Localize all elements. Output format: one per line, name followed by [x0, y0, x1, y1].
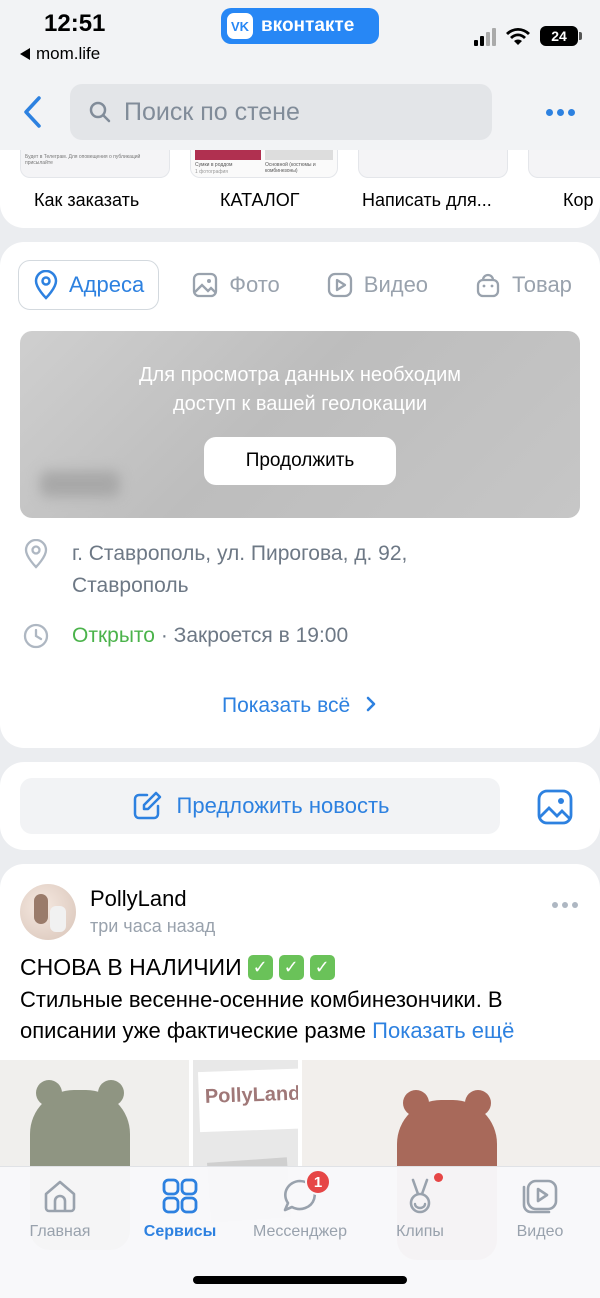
tab-products-label: Товар: [512, 272, 572, 297]
tab-services-label: Сервисы: [143, 1223, 217, 1240]
video-play-icon: [519, 1175, 561, 1217]
post-title: СНОВА В НАЛИЧИИ ✓ ✓ ✓: [20, 954, 335, 981]
wifi-icon: [506, 28, 530, 45]
check-mark-icon: ✓: [247, 955, 273, 980]
search-icon: [89, 101, 111, 123]
video-icon: [327, 272, 352, 298]
geolocation-message: Для просмотра данных необходим доступ к …: [138, 364, 462, 415]
vk-app-badge: VK вконтакте: [221, 8, 379, 44]
content-tabs: Адреса Фото Видео Товар: [18, 260, 586, 310]
tab-clips-label: Клипы: [396, 1223, 444, 1240]
address-text: г. Ставрополь, ул. Пирогова, д. 92, Став…: [72, 542, 408, 597]
open-status: Открыто: [72, 624, 155, 647]
menu-thumb-catalog[interactable]: Сумки в роддом 1 фотография Основной (ко…: [190, 150, 338, 178]
suggest-news-label: Предложить новость: [176, 793, 390, 818]
check-mark-icon: ✓: [278, 955, 304, 980]
attach-image-icon[interactable]: [536, 788, 574, 826]
blurred-map-label: [40, 471, 120, 497]
more-dot: [556, 108, 564, 116]
tab-messenger[interactable]: 1 Мессенджер: [240, 1169, 360, 1241]
system-icons: 24: [474, 26, 582, 46]
status-time: 12:51: [44, 10, 106, 37]
tab-services[interactable]: Сервисы: [120, 1175, 240, 1241]
vk-logo-icon: VK: [227, 13, 253, 39]
show-all-button[interactable]: Показать всё: [0, 694, 600, 718]
hours-text: Открыто · Закроется в 19:00: [72, 620, 348, 652]
tab-photos-label: Фото: [229, 272, 280, 297]
unread-badge: 1: [305, 1169, 331, 1195]
edit-icon: [133, 791, 161, 820]
status-bar: 12:51 mom.life VK вконтакте 24: [0, 0, 600, 72]
more-dot: [567, 108, 575, 116]
avatar[interactable]: [20, 884, 76, 940]
menu-thumb-cart[interactable]: [528, 150, 600, 178]
tab-photos[interactable]: Фото: [177, 260, 294, 310]
vk-badge-label: вконтакте: [261, 15, 355, 36]
brand-card: PollyLand: [197, 1067, 298, 1133]
messenger-icon: 1: [279, 1169, 331, 1217]
check-mark-icon: ✓: [309, 955, 335, 980]
tab-home-label: Главная: [29, 1223, 91, 1240]
back-app-label: mom.life: [36, 44, 101, 63]
tab-video[interactable]: Видео: [480, 1175, 600, 1241]
clips-icon: [399, 1173, 443, 1217]
post-author[interactable]: PollyLand: [90, 886, 187, 912]
back-button[interactable]: [14, 92, 50, 132]
tab-addresses-label: Адреса: [69, 272, 145, 297]
menu-item-cart[interactable]: Кор: [563, 190, 594, 211]
chevron-left-icon: [24, 96, 41, 128]
chevron-right-icon: [366, 696, 376, 712]
photo-icon: [193, 272, 218, 298]
battery-icon: 24: [540, 26, 582, 46]
address-row[interactable]: г. Ставрополь, ул. Пирогова, д. 92, Став…: [22, 538, 407, 602]
menu-thumb-how-to-order[interactable]: Будет в Телеграм. Для оповещения о публи…: [20, 150, 170, 178]
back-arrow-icon: [20, 48, 30, 60]
catalog-photo: [195, 150, 261, 160]
suggest-news-card: Предложить новость: [0, 762, 600, 850]
search-placeholder: Поиск по стене: [124, 97, 300, 126]
tab-videos-label: Видео: [363, 272, 429, 297]
tab-video-label: Видео: [516, 1223, 564, 1240]
menu-item-how-to-order[interactable]: Как заказать: [34, 190, 139, 211]
hours-row[interactable]: Открыто · Закроется в 19:00: [22, 620, 348, 652]
menu-item-catalog[interactable]: КАТАЛОГ: [220, 190, 299, 211]
tab-clips[interactable]: Клипы: [360, 1173, 480, 1241]
menu-thumb-write[interactable]: [358, 150, 508, 178]
clock-icon: [22, 620, 50, 652]
wall-header: Поиск по стене: [0, 72, 600, 150]
post-text: Стильные весенне-осенние комбинезончики.…: [20, 987, 515, 1043]
location-pin-icon: [34, 270, 58, 300]
community-menu-strip: Будет в Телеграм. Для оповещения о публи…: [0, 150, 600, 228]
tab-products[interactable]: Товар: [460, 260, 586, 310]
shopping-bag-icon: [476, 273, 500, 298]
addresses-card: Адреса Фото Видео Товар Для просмотра да…: [0, 242, 600, 748]
tab-home[interactable]: Главная: [0, 1175, 120, 1241]
suggest-news-button[interactable]: Предложить новость: [20, 778, 500, 834]
show-more-link[interactable]: Показать ещё: [372, 1018, 514, 1043]
tab-videos[interactable]: Видео: [312, 260, 442, 310]
cellular-signal-icon: [474, 28, 496, 46]
home-indicator: [193, 1276, 407, 1284]
location-pin-icon: [22, 538, 50, 570]
home-icon: [39, 1175, 81, 1217]
show-all-label: Показать всё: [221, 694, 351, 717]
tab-messenger-label: Мессенджер: [253, 1223, 347, 1240]
wall-search-field[interactable]: Поиск по стене: [70, 84, 492, 140]
post-time: три часа назад: [90, 916, 216, 936]
new-clips-dot: [434, 1173, 443, 1182]
geolocation-map-placeholder: Для просмотра данных необходим доступ к …: [20, 331, 580, 518]
closing-time: · Закроется в 19:00: [154, 624, 349, 647]
post-options-button[interactable]: [552, 902, 578, 908]
continue-button[interactable]: Продолжить: [204, 437, 396, 485]
menu-item-write[interactable]: Написать для...: [362, 190, 492, 211]
more-options-button[interactable]: [542, 98, 578, 126]
catalog-photo: [265, 150, 333, 160]
tab-addresses[interactable]: Адреса: [18, 260, 160, 310]
more-dot: [545, 108, 553, 116]
services-grid-icon: [159, 1175, 201, 1217]
back-to-app-link[interactable]: mom.life: [20, 44, 100, 64]
